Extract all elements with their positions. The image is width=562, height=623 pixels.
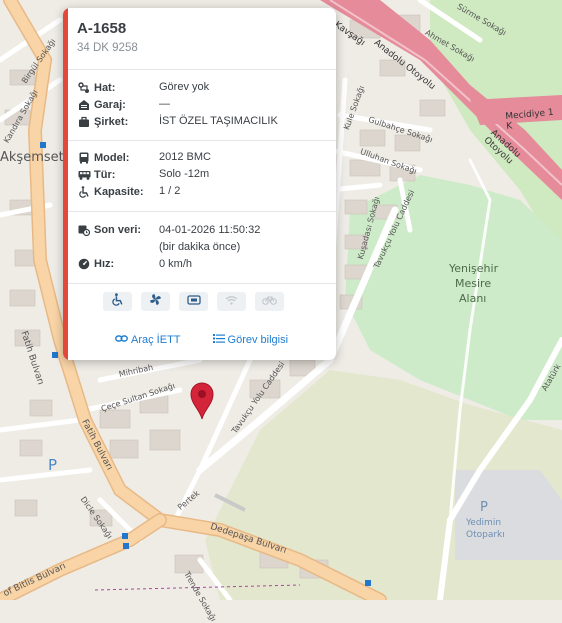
route-icon <box>77 81 91 95</box>
last-data-row: Son veri: <box>77 222 161 238</box>
bus-icon <box>77 151 91 165</box>
last-data-relative: (bir dakika önce) <box>159 241 241 253</box>
company-label: Şirket: <box>94 116 129 128</box>
wifi-icon <box>225 293 238 311</box>
calendar-clock-icon <box>77 223 91 237</box>
briefcase-icon <box>77 115 91 129</box>
company-row: Şirket: <box>77 114 161 130</box>
vehicle-id: A-1658 <box>77 20 127 37</box>
speed-value: 0 km/h <box>159 258 193 270</box>
divider <box>68 69 336 70</box>
last-data-label: Son veri: <box>94 224 142 236</box>
popup-links: Araç İETT Görev bilgisi <box>115 333 288 347</box>
type-row: Tür: <box>77 167 161 183</box>
card-reader-icon <box>186 293 201 311</box>
vehicle-iett-link[interactable]: Araç İETT <box>115 333 181 347</box>
route-value: Görev yok <box>159 81 210 93</box>
last-data-value: 04-01-2026 11:50:32 <box>159 224 261 236</box>
bicycle-icon <box>262 293 277 311</box>
capacity-label: Kapasite: <box>94 186 144 198</box>
air-conditioning-icon <box>149 293 162 311</box>
vehicle-iett-label[interactable]: Araç İETT <box>131 334 181 346</box>
type-label: Tür: <box>94 169 116 181</box>
feature-chip-bicycle <box>255 292 284 311</box>
divider <box>68 283 336 284</box>
garage-value: — <box>159 98 170 110</box>
speed-row: Hız: <box>77 256 161 272</box>
divider <box>68 140 336 141</box>
model-value: 2012 BMC <box>159 151 211 163</box>
bus-side-icon <box>77 168 91 182</box>
link-icon <box>115 333 128 347</box>
company-value: İST ÖZEL TAŞIMACILIK <box>159 115 278 127</box>
list-icon <box>212 333 225 347</box>
wheelchair-icon <box>77 185 91 199</box>
model-label: Model: <box>94 152 130 164</box>
feature-chip-ac <box>141 292 170 311</box>
garage-label: Garaj: <box>94 99 126 111</box>
vehicle-plate: 34 DK 9258 <box>77 42 138 54</box>
speedometer-icon <box>77 257 91 271</box>
task-info-label[interactable]: Görev bilgisi <box>228 334 289 346</box>
feature-chip-wheelchair <box>103 292 132 311</box>
capacity-value: 1 / 2 <box>159 185 181 197</box>
location-pin-icon[interactable] <box>190 382 214 420</box>
route-row: Hat: <box>77 80 161 96</box>
feature-chip-wifi <box>217 292 246 311</box>
wheelchair-icon <box>111 292 124 311</box>
vehicle-popup: A-1658 34 DK 9258 Hat: Görev yok Garaj: … <box>63 8 336 360</box>
popup-header: A-1658 34 DK 9258 <box>77 20 138 54</box>
capacity-row: Kapasite: <box>77 184 161 200</box>
popup-accent <box>63 8 68 360</box>
garage-row: Garaj: <box>77 97 161 113</box>
route-label: Hat: <box>94 82 116 94</box>
garage-icon <box>77 98 91 112</box>
feature-icons <box>103 292 284 311</box>
model-row: Model: <box>77 150 161 166</box>
task-info-link[interactable]: Görev bilgisi <box>212 333 289 347</box>
divider <box>68 211 336 212</box>
speed-label: Hız: <box>94 258 115 270</box>
type-value: Solo -12m <box>159 168 210 180</box>
feature-chip-card <box>179 292 208 311</box>
